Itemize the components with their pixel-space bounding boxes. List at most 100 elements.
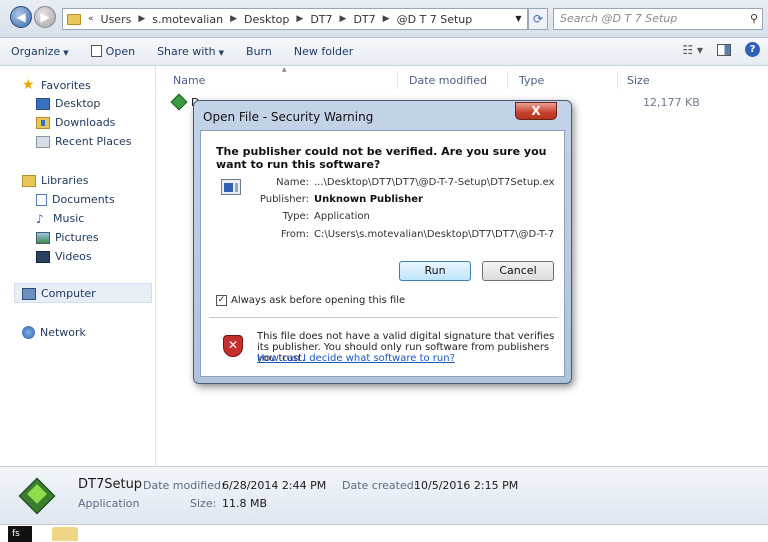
publisher-value: Unknown Publisher bbox=[314, 194, 423, 205]
breadcrumb-chevron-icon[interactable]: ▶ bbox=[226, 14, 241, 24]
network-icon bbox=[22, 326, 35, 339]
nav-pictures-label: Pictures bbox=[55, 231, 99, 244]
dialog-title: Open File - Security Warning bbox=[203, 110, 374, 124]
always-ask-option[interactable]: ✓ Always ask before opening this file bbox=[216, 295, 405, 306]
breadcrumb-dt7-sub[interactable]: DT7 bbox=[353, 13, 375, 26]
documents-icon bbox=[36, 193, 47, 206]
setup-app-icon bbox=[170, 93, 188, 111]
nav-documents-label: Documents bbox=[52, 193, 115, 206]
music-icon: ♪ bbox=[36, 211, 44, 226]
nav-desktop[interactable]: Desktop bbox=[36, 97, 100, 110]
breadcrumb-chevron-icon[interactable]: ▶ bbox=[336, 14, 351, 24]
nav-libraries[interactable]: Libraries bbox=[22, 174, 89, 187]
search-input[interactable]: Search @D T 7 Setup ⚲ bbox=[553, 8, 763, 30]
open-button[interactable]: Open bbox=[80, 45, 146, 58]
nav-recent-places[interactable]: Recent Places bbox=[36, 135, 132, 148]
start-button[interactable]: fs bbox=[8, 526, 32, 542]
address-field[interactable]: « Users ▶ s.motevalian ▶ Desktop ▶ DT7 ▶… bbox=[62, 8, 512, 30]
breadcrumb-desktop[interactable]: Desktop bbox=[244, 13, 289, 26]
run-button[interactable]: Run bbox=[399, 261, 471, 281]
dialog-body: The publisher could not be verified. Are… bbox=[200, 130, 565, 377]
nav-favorites[interactable]: ★ Favorites bbox=[22, 78, 91, 92]
views-icon[interactable]: ☷ ▾ bbox=[682, 43, 703, 57]
breadcrumb-user[interactable]: s.motevalian bbox=[152, 13, 223, 26]
column-header-name[interactable]: Name bbox=[173, 74, 205, 87]
always-ask-checkbox[interactable]: ✓ bbox=[216, 295, 227, 306]
chevron-down-icon: ▼ bbox=[63, 49, 69, 57]
nav-favorites-label: Favorites bbox=[41, 78, 91, 92]
nav-pictures[interactable]: Pictures bbox=[36, 231, 99, 244]
details-file-type: Application bbox=[78, 497, 140, 510]
taskbar: fs bbox=[0, 524, 768, 542]
nav-network[interactable]: Network bbox=[22, 326, 86, 339]
details-date-created-label: Date created: bbox=[342, 479, 418, 492]
column-header-size[interactable]: Size bbox=[627, 74, 650, 87]
nav-computer[interactable]: Computer bbox=[22, 287, 96, 300]
search-placeholder: Search @D T 7 Setup bbox=[560, 12, 678, 25]
burn-button[interactable]: Burn bbox=[235, 45, 283, 58]
refresh-icon: ⟳ bbox=[532, 12, 544, 26]
nav-downloads[interactable]: Downloads bbox=[36, 116, 115, 129]
navigation-pane: ★ Favorites Desktop Downloads Recent Plac… bbox=[0, 66, 156, 466]
organize-button[interactable]: Organize ▼ bbox=[0, 45, 80, 58]
search-icon[interactable]: ⚲ bbox=[750, 12, 758, 25]
recent-places-icon bbox=[36, 135, 50, 148]
column-divider[interactable] bbox=[507, 71, 508, 89]
nav-downloads-label: Downloads bbox=[55, 116, 116, 129]
breadcrumb-dt7[interactable]: DT7 bbox=[310, 13, 332, 26]
sort-caret-icon: ▲ bbox=[282, 66, 287, 73]
name-label: Name: bbox=[276, 177, 309, 188]
details-size-label: Size: bbox=[190, 497, 217, 510]
column-header-date-modified[interactable]: Date modified bbox=[409, 74, 487, 87]
breadcrumb-chevron-icon[interactable]: ▶ bbox=[379, 14, 394, 24]
column-divider[interactable] bbox=[397, 71, 398, 89]
forward-button[interactable]: ▶ bbox=[34, 6, 56, 28]
always-ask-label: Always ask before opening this file bbox=[231, 295, 406, 306]
close-button[interactable]: X bbox=[515, 102, 557, 120]
decide-software-link[interactable]: How can I decide what software to run? bbox=[257, 353, 455, 364]
column-divider[interactable] bbox=[617, 71, 618, 89]
from-value: C:\Users\s.motevalian\Desktop\DT7\DT7\@D… bbox=[314, 229, 554, 240]
breadcrumb-setup[interactable]: @D T 7 Setup bbox=[397, 13, 473, 26]
address-dropdown-button[interactable]: ▼ bbox=[510, 8, 528, 30]
breadcrumb-overflow[interactable]: « bbox=[84, 14, 98, 24]
publisher-label: Publisher: bbox=[259, 194, 309, 205]
breadcrumb-chevron-icon[interactable]: ▶ bbox=[134, 14, 149, 24]
new-folder-button[interactable]: New folder bbox=[283, 45, 364, 58]
share-with-label: Share with bbox=[157, 45, 216, 58]
details-date-modified-label: Date modified: bbox=[143, 479, 225, 492]
star-icon: ★ bbox=[22, 77, 35, 93]
nav-music-label: Music bbox=[53, 212, 85, 225]
refresh-button[interactable]: ⟳ bbox=[528, 8, 548, 30]
arrow-left-icon: ◀ bbox=[16, 10, 26, 24]
cancel-button[interactable]: Cancel bbox=[482, 261, 554, 281]
details-size: 11.8 MB bbox=[222, 497, 268, 510]
nav-desktop-label: Desktop bbox=[55, 97, 101, 110]
name-value: ...\Desktop\DT7\DT7\@D-T-7-Setup\DT7Setu… bbox=[314, 177, 554, 188]
libraries-icon bbox=[22, 174, 36, 187]
shield-warning-icon: ✕ bbox=[223, 335, 243, 357]
folder-icon bbox=[67, 13, 81, 25]
preview-pane-icon[interactable] bbox=[717, 43, 731, 56]
breadcrumb-chevron-icon[interactable]: ▶ bbox=[292, 14, 307, 24]
nav-videos[interactable]: Videos bbox=[36, 250, 92, 263]
organize-label: Organize bbox=[11, 45, 61, 58]
close-icon: X bbox=[531, 104, 541, 118]
row-file-size: 12,177 KB bbox=[643, 96, 700, 109]
nav-music[interactable]: ♪ Music bbox=[36, 212, 84, 225]
view-controls: ☷ ▾ ? bbox=[682, 42, 760, 57]
back-button[interactable]: ◀ bbox=[10, 6, 32, 28]
explorer-taskbar-icon[interactable] bbox=[52, 527, 78, 541]
nav-network-label: Network bbox=[40, 326, 86, 339]
column-header-type[interactable]: Type bbox=[519, 74, 544, 87]
from-label: From: bbox=[280, 229, 309, 240]
details-date-modified: 6/28/2014 2:44 PM bbox=[222, 479, 327, 492]
verification-question: The publisher could not be verified. Are… bbox=[216, 145, 547, 171]
nav-documents[interactable]: Documents bbox=[36, 193, 115, 206]
nav-libraries-label: Libraries bbox=[41, 174, 89, 187]
chevron-down-icon: ▼ bbox=[218, 49, 225, 57]
command-bar: Organize ▼ Open Share with ▼ Burn New fold… bbox=[0, 38, 768, 66]
share-with-button[interactable]: Share with ▼ bbox=[146, 45, 235, 58]
help-icon[interactable]: ? bbox=[745, 42, 760, 57]
breadcrumb-users[interactable]: Users bbox=[101, 13, 132, 26]
